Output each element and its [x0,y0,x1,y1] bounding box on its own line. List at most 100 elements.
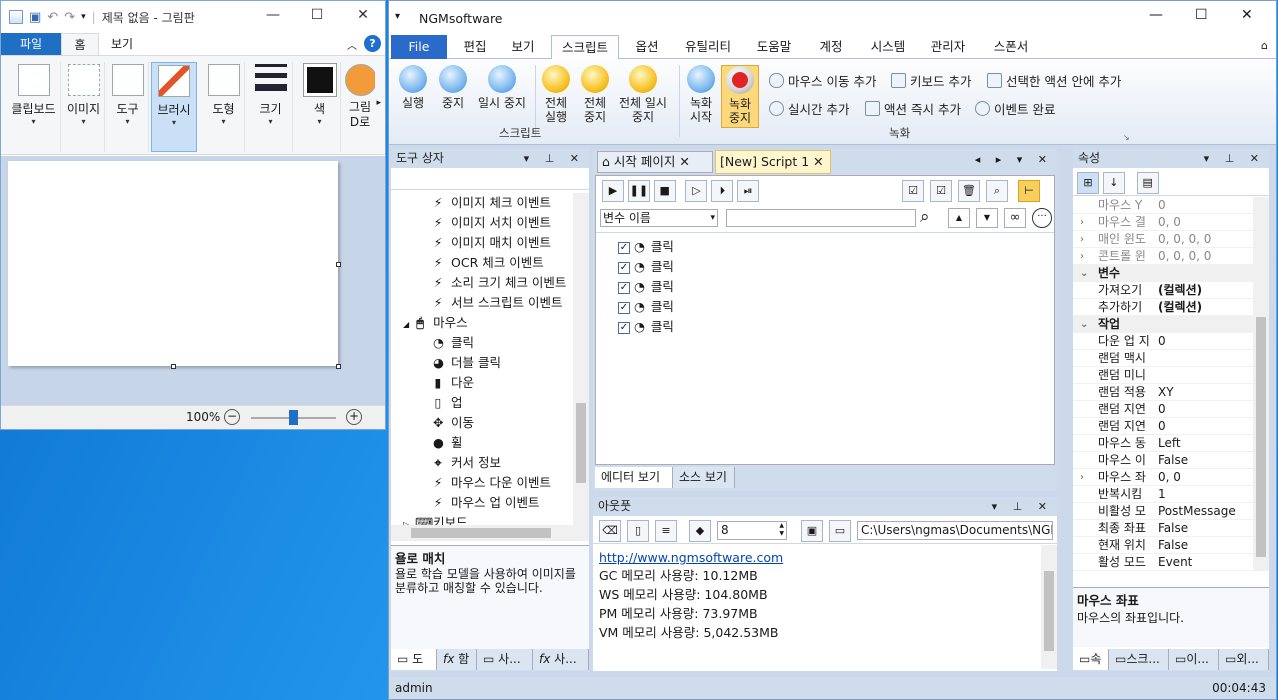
property-row[interactable]: 마우스 동 Left [1073,435,1253,452]
tab-external[interactable]: ▭외... [1219,649,1269,670]
maximize-button[interactable]: ☐ [1195,7,1208,23]
group-size[interactable]: 크기 ▾ [249,62,293,152]
tab-options[interactable]: 옵션 [627,35,667,59]
zoom-out-button[interactable]: − [224,409,240,425]
check-icon[interactable]: ☑ [930,180,952,202]
tab-user-a[interactable]: ▭ 사... [477,649,533,670]
variable-select[interactable]: 변수 이름 ▾ [600,209,718,227]
property-value[interactable]: (컬렉션) [1158,299,1202,316]
group-paint3d[interactable]: 그림 D로 [345,62,375,152]
tab-user-b[interactable]: fx 사... [533,649,589,670]
stop-button[interactable]: 중지 [435,65,471,110]
expand-icon[interactable]: › [1080,214,1084,231]
expand-icon[interactable]: ◢ [403,320,409,329]
action-instant-add-button[interactable]: 액션 즉시 추가 [865,99,961,118]
record-stop-button[interactable]: 녹화 중지 [721,65,759,128]
expand-icon[interactable]: › [1080,248,1084,265]
ribbon-scroll-right-icon[interactable]: ▸ [376,98,381,108]
tab-sponsor[interactable]: 스폰서 [983,35,1039,59]
save-icon[interactable]: ▣ [801,520,823,542]
checkbox[interactable]: ✓ [618,301,630,314]
tree-item-mouse[interactable]: ● 휠 [433,433,573,453]
checkbox[interactable]: ✓ [618,321,630,334]
clean-icon[interactable]: ⌫ [599,520,621,542]
stop-icon[interactable]: ■ [653,180,676,202]
tree-item-event[interactable]: ⚡ 이미지 매치 이벤트 [433,233,573,253]
group-clipboard[interactable]: 클립보드 ▾ [7,62,61,152]
property-row[interactable]: 활성 모드 Event [1073,554,1253,571]
panel-buttons[interactable]: ▾ ⊥ ✕ [1204,149,1265,168]
property-row[interactable]: 랜덤 지연 0 [1073,418,1253,435]
new-doc-icon[interactable]: ▯ [627,520,649,542]
tree-item-mouse[interactable]: ⌖ 커서 정보 [433,453,573,473]
output-scrollbar[interactable] [1041,545,1057,669]
property-row[interactable]: 반복시킴 1 [1073,486,1253,503]
step-into-icon[interactable]: ⏵ [711,180,734,202]
properties-scrollbar[interactable] [1253,197,1269,571]
more-icon[interactable]: ··· [1032,208,1052,228]
move-down-icon[interactable]: ▼ [976,208,998,228]
tree-item-event[interactable]: ⚡ 소리 크기 체크 이벤트 [433,273,573,293]
zoom-slider-thumb[interactable] [289,410,298,425]
property-row[interactable]: 가져오기 (컬렉션) [1073,282,1253,299]
toolbox-scrollbar[interactable] [573,193,589,527]
quick-access-dropdown-icon[interactable]: ▾ [81,12,86,22]
property-value[interactable]: 0, 0, 0, 0 [1158,248,1211,265]
stop-all-button[interactable]: 전체 중지 [577,65,613,124]
script-row[interactable]: ✓ ◔ 클릭 [618,257,1054,277]
property-value[interactable]: (컬렉션) [1158,282,1202,299]
close-button[interactable]: ✕ [353,7,373,23]
expand-icon[interactable]: › [1080,231,1084,248]
property-row[interactable]: › 매인 윈도 0, 0, 0, 0 [1073,231,1253,248]
property-value[interactable]: False [1158,520,1188,537]
checkbox[interactable]: ✓ [618,261,630,274]
script-row[interactable]: ✓ ◔ 클릭 [618,297,1054,317]
move-up-icon[interactable]: ▲ [948,208,970,228]
app-menu-icon[interactable]: ▾ [395,11,400,22]
pause-icon[interactable]: ❚❚ [627,180,650,202]
property-category[interactable]: ⌄ 작업 [1073,316,1253,333]
mouse-move-add-button[interactable]: 마우스 이동 추가 [769,71,876,90]
tab-source-view[interactable]: 소스 보기 [673,467,735,488]
group-image[interactable]: 이미지 ▾ [63,62,105,152]
property-value[interactable]: 0 [1158,401,1166,418]
property-row[interactable]: 마우스 Y 0 [1073,197,1253,214]
tree-item-mouse[interactable]: ◕ 더블 클릭 [433,353,573,373]
tree-group-mouse[interactable]: ◢ 🖱 마우스 [391,313,573,333]
collapse-ribbon-icon[interactable]: ⌂ [1261,39,1268,52]
run-button[interactable]: 실행 [395,65,431,110]
eraser-icon[interactable]: ◆ [689,520,711,542]
tab-help[interactable]: 도움말 [749,35,799,59]
tree-item-event[interactable]: ⚡ 이미지 체크 이벤트 [433,193,573,213]
property-row[interactable]: 랜덤 지연 0 [1073,401,1253,418]
tree-item-event[interactable]: ⚡ OCR 체크 이벤트 [433,253,573,273]
close-icon[interactable]: ✕ [679,154,689,169]
property-value[interactable]: 0, 0 [1158,214,1181,231]
toolbox-hscrollbar[interactable] [391,525,589,541]
tab-script[interactable]: 스크립트 [551,35,619,60]
property-value[interactable]: 0, 0, 0, 0 [1158,231,1211,248]
expand-icon[interactable]: › [1080,469,1084,486]
website-link[interactable]: http://www.ngmsoftware.com [599,549,1035,566]
property-value[interactable]: 1 [1158,486,1166,503]
group-launcher-icon[interactable]: ↘ [1123,133,1130,142]
event-done-button[interactable]: 이벤트 완료 [975,99,1055,118]
save-icon[interactable]: ▣ [29,10,41,25]
group-brushes[interactable]: 브러시 ▾ [151,62,197,152]
search-icon[interactable]: ⌕ [986,180,1008,202]
tab-file[interactable]: 파일 [1,33,61,55]
property-value[interactable]: 0, 0 [1158,469,1181,486]
property-value[interactable]: XY [1158,384,1174,401]
undo-icon[interactable]: ↶ [47,10,58,25]
count-input[interactable]: 8 ▲ ▼ [717,521,787,540]
lines-icon[interactable]: ≡ [655,520,677,542]
property-row[interactable]: 비활성 모 PostMessage [1073,503,1253,520]
property-value[interactable]: 0 [1158,333,1166,350]
property-row[interactable]: 다운 업 지 0 [1073,333,1253,350]
tab-account[interactable]: 계정 [809,35,853,59]
property-row[interactable]: › 마우스 좌 0, 0 [1073,469,1253,486]
run-all-button[interactable]: 전체 실행 [539,65,573,124]
resize-handle-bottom[interactable] [171,364,176,369]
group-shapes[interactable]: 도형 ▾ [203,62,245,152]
checkbox[interactable]: ✓ [618,241,630,254]
